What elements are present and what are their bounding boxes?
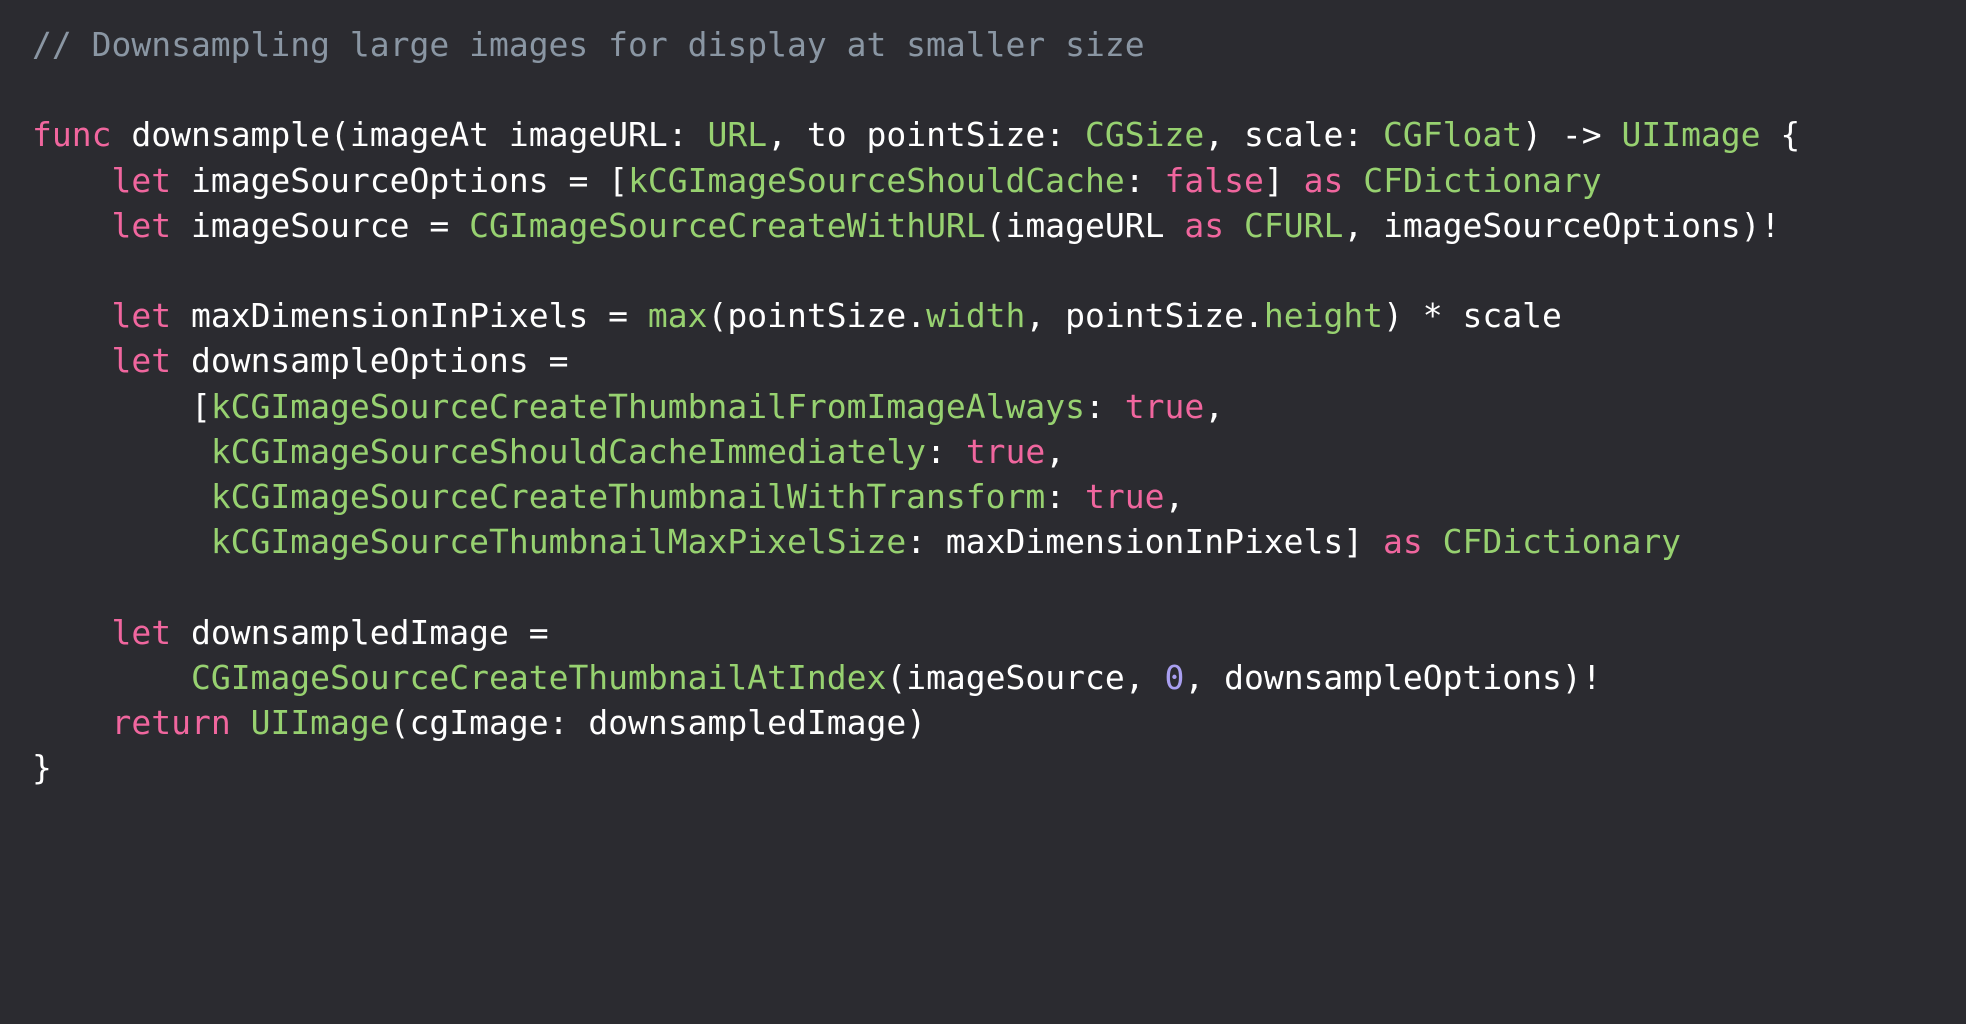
code-line: func downsample(imageAt imageURL: URL, t… — [32, 112, 1800, 158]
code-token-plain: , imageSourceOptions)! — [1343, 205, 1781, 245]
code-token-type: CGSize — [1085, 115, 1205, 155]
code-line: kCGImageSourceCreateThumbnailWithTransfo… — [32, 474, 1185, 520]
code-token-type: kCGImageSourceCreateThumbnailWithTransfo… — [210, 477, 1046, 516]
code-token-keyword: func — [32, 115, 112, 155]
code-token-plain: (cgImage: downsampledImage) — [389, 703, 927, 742]
code-token-plain: , scale: — [1204, 115, 1384, 155]
code-token-plain: : — [1124, 160, 1165, 200]
code-editor: // Downsampling large images for display… — [0, 0, 1966, 1024]
code-token-type: height — [1263, 296, 1384, 336]
code-token-plain: , — [1204, 386, 1225, 426]
code-token-plain: ) -> — [1522, 115, 1622, 155]
code-token-keyword: as — [1383, 522, 1423, 562]
code-line: } — [32, 745, 52, 791]
code-line: let downsampleOptions = — [32, 338, 568, 384]
code-token-plain: , — [1045, 431, 1066, 471]
code-line: kCGImageSourceThumbnailMaxPixelSize: max… — [32, 519, 1681, 565]
code-token-type: kCGImageSourceThumbnailMaxPixelSize — [210, 522, 907, 562]
code-line: kCGImageSourceShouldCacheImmediately: tr… — [32, 429, 1065, 475]
code-token-plain: : — [926, 431, 966, 471]
code-token-keyword: let — [111, 205, 172, 245]
code-line: return UIImage(cgImage: downsampledImage… — [32, 700, 926, 746]
code-token-type: max — [647, 296, 708, 336]
code-token-type: CFDictionary — [1442, 522, 1682, 562]
code-line: let maxDimensionInPixels = max(pointSize… — [32, 293, 1562, 339]
code-token-plain: ] — [1263, 160, 1304, 200]
code-token-plain: downsampledImage = — [171, 612, 549, 652]
code-token-plain: , pointSize. — [1025, 296, 1264, 336]
code-token-plain: , to pointSize: — [767, 115, 1086, 155]
code-token-type: CFURL — [1243, 205, 1344, 245]
code-token-plain: } — [32, 748, 52, 788]
code-token-type: kCGImageSourceCreateThumbnailFromImageAl… — [210, 386, 1085, 426]
code-token-plain: ) * scale — [1383, 296, 1562, 336]
code-token-keyword: return — [111, 703, 231, 742]
code-token-plain: maxDimensionInPixels = — [171, 296, 648, 336]
code-line: let imageSource = CGImageSourceCreateWit… — [32, 203, 1780, 249]
code-token-plain: : — [1085, 386, 1125, 426]
code-token-type: kCGImageSourceShouldCache — [628, 160, 1125, 200]
code-token-plain: (imageSource, — [886, 657, 1165, 697]
code-token-comment: // Downsampling large images for display… — [32, 25, 1145, 64]
code-token-keyword: true — [1124, 386, 1205, 426]
code-token-type: kCGImageSourceShouldCacheImmediately — [210, 431, 927, 471]
code-token-number: 0 — [1164, 657, 1185, 697]
code-line: let imageSourceOptions = [kCGImageSource… — [32, 158, 1602, 204]
code-token-keyword: false — [1164, 160, 1264, 200]
code-token-plain: downsample(imageAt imageURL: — [111, 115, 708, 155]
code-token-type: CGImageSourceCreateWithURL — [469, 205, 986, 245]
code-token-type: CGImageSourceCreateThumbnailAtIndex — [190, 657, 887, 697]
code-line: let downsampledImage = — [32, 610, 549, 656]
code-line: // Downsampling large images for display… — [32, 22, 1145, 68]
code-token-plain: , downsampleOptions)! — [1184, 657, 1602, 697]
code-token-plain: : — [1045, 477, 1086, 516]
code-token-plain: { — [1760, 115, 1801, 155]
code-token-type: width — [926, 296, 1026, 336]
code-token-type: CGFloat — [1383, 115, 1523, 155]
code-token-type: UIImage — [1621, 115, 1761, 155]
code-token-plain: (imageURL — [985, 205, 1185, 245]
code-token-plain: [ — [32, 386, 211, 426]
code-line: [kCGImageSourceCreateThumbnailFromImageA… — [32, 384, 1224, 430]
code-token-plain: , — [1164, 477, 1185, 516]
code-line: CGImageSourceCreateThumbnailAtIndex(imag… — [32, 655, 1602, 701]
code-token-plain: (pointSize. — [707, 296, 927, 336]
code-token-keyword: true — [965, 431, 1046, 471]
code-token-plain: downsampleOptions = — [171, 341, 569, 381]
code-token-type: URL — [707, 115, 768, 155]
code-token-keyword: let — [111, 341, 172, 381]
code-token-plain: : maxDimensionInPixels] — [906, 522, 1384, 562]
code-token-keyword: let — [111, 296, 172, 336]
code-token-plain: imageSourceOptions = [ — [171, 160, 629, 200]
code-token-type: CFDictionary — [1363, 160, 1602, 200]
code-token-plain: imageSource = — [171, 205, 470, 245]
code-token-keyword: true — [1085, 477, 1165, 516]
code-token-keyword: let — [111, 612, 172, 652]
code-token-keyword: as — [1184, 205, 1225, 245]
code-token-type: UIImage — [250, 703, 390, 742]
code-token-keyword: let — [111, 160, 172, 200]
code-token-keyword: as — [1303, 160, 1344, 200]
